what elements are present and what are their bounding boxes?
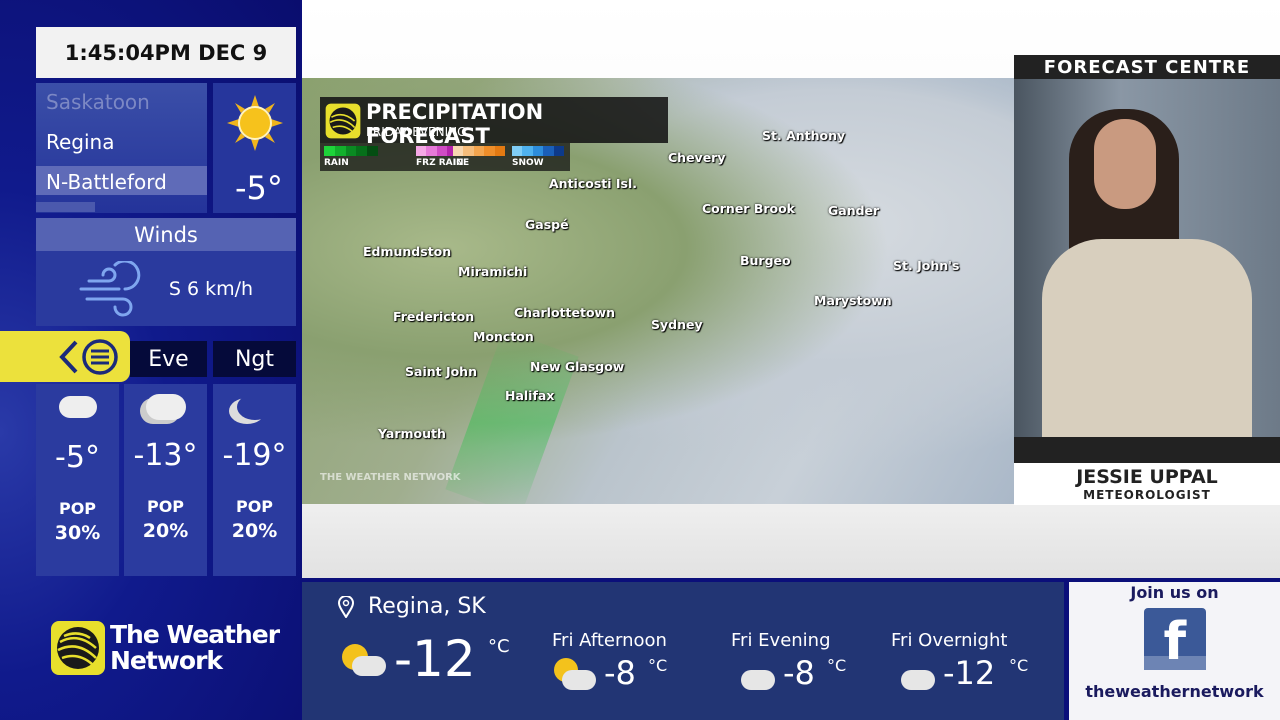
city-list: Saskatoon Regina N-Battleford [36, 83, 207, 213]
map-place-label: Corner Brook [702, 201, 795, 216]
logo-line2: Network [110, 646, 223, 675]
map-place-label: Halifax [505, 388, 555, 403]
partly-cloudy-night-icon [237, 394, 273, 420]
legend-label: ICE [453, 158, 470, 168]
pop-label: POP [146, 497, 185, 516]
wind-icon [79, 260, 141, 316]
city-item[interactable]: Saskatoon [46, 90, 150, 114]
legend-swatch [324, 146, 378, 156]
period-column: -5° POP 30% [36, 384, 119, 576]
cloudy-night-icon [731, 658, 777, 692]
forecast-temp: -8 [783, 654, 815, 692]
location-name: Regina, SK [368, 594, 486, 619]
current-temp-large: -12 [394, 630, 476, 688]
winds-header: Winds [36, 218, 296, 251]
period-temp: -19° [222, 438, 287, 473]
forecast-temp: -12 [943, 654, 996, 692]
map-place-label: St. John's [893, 258, 960, 273]
temp-unit: °C [488, 636, 510, 657]
forecast-period-label: Fri Evening [731, 630, 831, 651]
winds-body: S 6 km/h [36, 251, 296, 326]
map-place-label: Fredericton [393, 309, 475, 324]
cloudy-icon [58, 396, 97, 418]
map-place-label: Anticosti Isl. [549, 176, 638, 191]
legend-swatch [512, 146, 565, 156]
sun-icon [227, 95, 283, 151]
partly-sunny-icon [552, 658, 598, 692]
current-temp: -5° [235, 169, 283, 207]
map-place-label: Burgeo [740, 253, 791, 268]
map-place-label: Marystown [814, 293, 892, 308]
legend-label: RAIN [324, 158, 349, 168]
map-subtitle: FRIDAY EVENING [366, 125, 467, 139]
map-place-label: Miramichi [458, 264, 528, 279]
map-place-label: Moncton [473, 329, 534, 344]
join-label: Join us on [1130, 583, 1219, 602]
city-item[interactable]: Regina [46, 130, 115, 154]
weather-network-logo: The Weather Network [50, 620, 280, 676]
globe-logo-icon [325, 103, 361, 139]
clock: 1:45:04PM DEC 9 [36, 27, 296, 78]
cloudy-night-icon [145, 394, 186, 420]
scroll-indicator [36, 202, 95, 212]
temp-unit: °C [827, 656, 847, 675]
map-place-label: Gander [828, 203, 880, 218]
menu-collapse-icon [59, 339, 118, 375]
facebook-icon[interactable]: f [1143, 608, 1206, 670]
legend-label: SNOW [512, 158, 544, 168]
forecast-temp: -8 [604, 654, 636, 692]
temp-unit: °C [1009, 656, 1029, 675]
partly-sunny-icon [340, 640, 388, 680]
map-place-label: Edmundston [363, 244, 452, 259]
globe-logo-icon [51, 621, 105, 675]
map-legend: RAIN FRZ RAIN ICE SNOW [320, 143, 570, 171]
period-column: -13° POP 20% [124, 384, 207, 576]
social-handle[interactable]: theweathernetwork [1069, 682, 1280, 701]
period-tab-eve[interactable]: Eve [130, 341, 207, 377]
map-place-label: Yarmouth [378, 426, 446, 441]
forecast-ticker: Regina, SK -12 °C Fri Afternoon -8 °C Fri E… [302, 582, 1064, 720]
map-place-label: New Glasgow [530, 359, 625, 374]
map-title: PRECIPITATION FORECAST [366, 100, 544, 148]
section-label: FORECAST CENTRE [1014, 55, 1280, 79]
location-pin-icon [338, 596, 354, 618]
menu-toggle-button[interactable] [0, 331, 130, 382]
legend-swatch [453, 146, 506, 156]
map-title-box: PRECIPITATION FORECAST FRIDAY EVENING [320, 97, 668, 148]
partly-cloudy-night-icon [891, 658, 937, 692]
presenter-name: JESSIE UPPAL [1076, 466, 1218, 488]
forecast-period-label: Fri Overnight [891, 630, 1008, 651]
map-place-label: Saint John [405, 364, 477, 379]
current-weather: -5° [213, 83, 296, 213]
map-place-label: Gaspé [525, 217, 569, 232]
map-place-label: St. Anthony [762, 128, 846, 143]
wind-value: S 6 km/h [168, 277, 254, 300]
period-column: -19° POP 20% [213, 384, 296, 576]
pop-value: 20% [142, 520, 189, 542]
forecast-period-label: Fri Afternoon [552, 630, 667, 651]
map-watermark: THE WEATHER NETWORK [320, 472, 461, 483]
social-panel: Join us on f theweathernetwork [1069, 582, 1280, 720]
pop-value: 20% [231, 520, 278, 542]
period-temp: -5° [55, 440, 100, 475]
presenter-title: METEOROLOGIST [1083, 488, 1211, 502]
pop-label: POP [235, 497, 274, 516]
logo-line1: The Weather [110, 620, 280, 649]
map-place-label: Sydney [651, 317, 703, 332]
city-item-selected[interactable]: N-Battleford [46, 170, 167, 194]
pop-label: POP [58, 499, 97, 518]
presenter-namebox: JESSIE UPPAL METEOROLOGIST [1014, 463, 1280, 505]
map-place-label: Chevery [668, 150, 726, 165]
period-tab-ngt[interactable]: Ngt [213, 341, 296, 377]
presenter-video [1014, 79, 1280, 463]
map-place-label: Charlottetown [514, 305, 615, 320]
period-temp: -13° [133, 438, 198, 473]
temp-unit: °C [648, 656, 668, 675]
pop-value: 30% [54, 522, 101, 544]
